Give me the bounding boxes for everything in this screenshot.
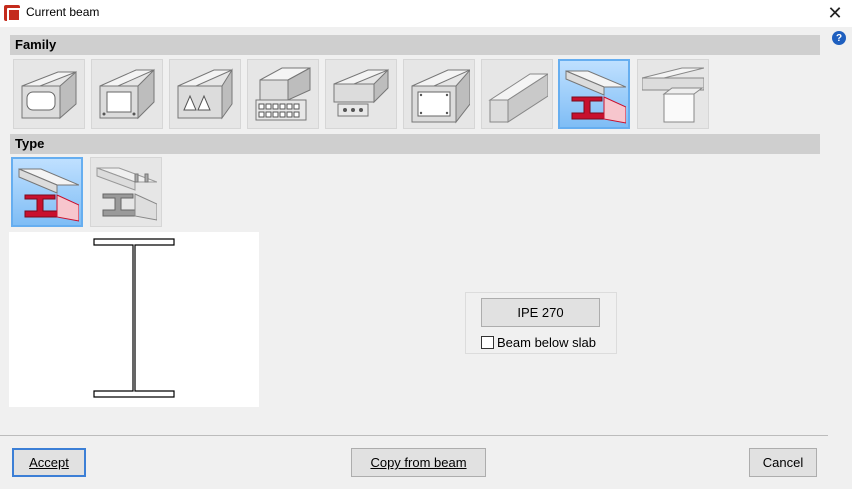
family-hollow-core-slab-beam-icon[interactable] [13, 59, 85, 129]
profile-select-button[interactable]: IPE 270 [481, 298, 600, 327]
cancel-button[interactable]: Cancel [749, 448, 817, 477]
family-triangular-void-beam-icon[interactable] [169, 59, 241, 129]
beam-below-slab-checkbox[interactable] [481, 336, 494, 349]
window-title: Current beam [26, 5, 100, 19]
type-steel-i-beam-icon[interactable] [11, 157, 83, 227]
footer-divider [0, 435, 828, 436]
family-box-girder-icon[interactable] [403, 59, 475, 129]
family-box-beam-icon[interactable] [91, 59, 163, 129]
beam-below-slab-label: Beam below slab [497, 335, 596, 350]
type-header: Type [10, 134, 820, 154]
section-preview [9, 232, 259, 407]
title-bar: Current beam ✕ [0, 0, 852, 27]
accept-label: Accept [29, 455, 69, 470]
family-header: Family [10, 35, 820, 55]
accept-button[interactable]: Accept [12, 448, 86, 477]
copy-label: Copy from beam [370, 455, 467, 470]
family-beam-with-column-icon[interactable] [637, 59, 709, 129]
close-button[interactable]: ✕ [818, 0, 852, 27]
beam-below-slab-row[interactable]: Beam below slab [481, 335, 596, 350]
family-beam-with-openings-icon[interactable] [325, 59, 397, 129]
type-composite-i-beam-icon[interactable] [90, 157, 162, 227]
help-icon[interactable]: ? [832, 31, 846, 45]
i-beam-section-drawing [93, 238, 175, 398]
family-rectangular-beam-icon[interactable] [481, 59, 553, 129]
family-cellular-beam-icon[interactable] [247, 59, 319, 129]
family-steel-i-beam-icon[interactable] [558, 59, 630, 129]
app-icon [4, 5, 21, 22]
copy-from-beam-button[interactable]: Copy from beam [351, 448, 486, 477]
